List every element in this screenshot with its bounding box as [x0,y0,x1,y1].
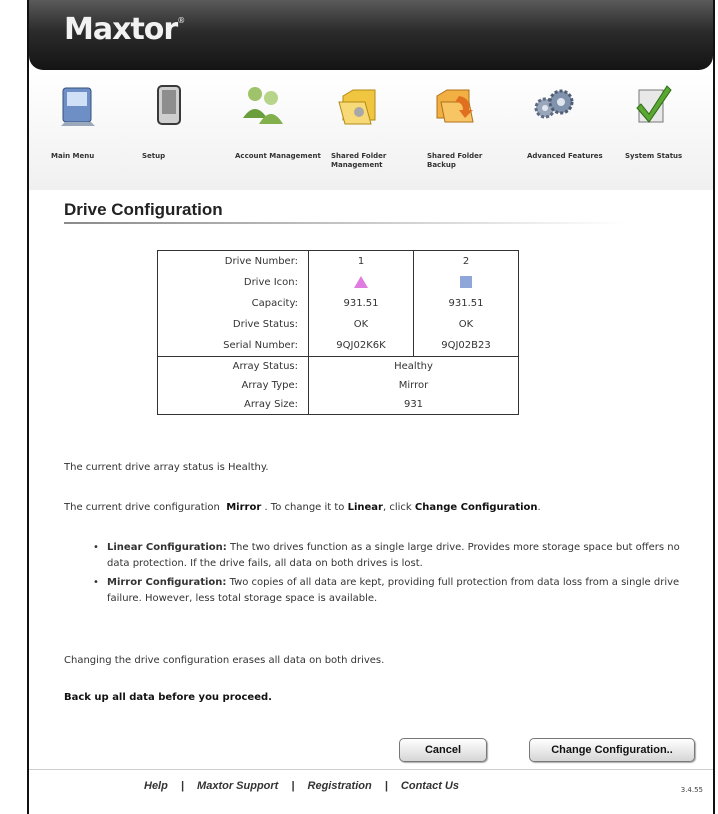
list-item: Linear Configuration: The two drives fun… [89,540,699,572]
target-config: Linear [347,502,383,513]
blue-square-icon [414,272,518,293]
drive-1-serial: 9QJ02K6K [336,340,386,351]
drive-2-column: 2 931.51 OK 9QJ02B23 [413,250,519,357]
drive-2-capacity: 931.51 [448,298,484,309]
drive-1-column: 1 931.51 OK 9QJ02K6K [308,250,414,357]
nav-account-management[interactable]: Account Management [235,82,321,161]
array-status-label: Array Status: [232,361,298,372]
contact-us-link[interactable]: Contact Us [401,780,459,792]
drive-2-number: 2 [462,256,470,267]
drive-configuration-table: Drive Number: Drive Icon: Capacity: Driv… [157,250,519,415]
linear-config-title: Linear Configuration: [107,542,227,553]
drive-1-status: OK [353,319,369,330]
drive-icon-label: Drive Icon: [243,277,298,288]
nav-system-status[interactable]: System Status [625,82,711,161]
registration-link[interactable]: Registration [308,780,372,792]
warning-text: Changing the drive configuration erases … [64,655,385,666]
array-labels-column: Array Status: Array Type: Array Size: [157,356,309,415]
shared-folder-backup-icon [431,82,477,128]
system-status-icon [629,82,675,128]
pink-triangle-icon [309,272,413,293]
action-name: Change Configuration [414,502,538,513]
change-configuration-button[interactable]: Change Configuration.. [529,738,695,762]
drive-1-capacity: 931.51 [343,298,379,309]
drive-labels-column: Drive Number: Drive Icon: Capacity: Driv… [157,250,309,357]
capacity-label: Capacity: [251,298,298,309]
nav-main-menu[interactable]: Main Menu [51,82,137,161]
array-status-value: Healthy [394,361,433,372]
array-type-value: Mirror [398,380,429,391]
serial-number-label: Serial Number: [223,340,298,351]
header-bar: Maxtor® [29,0,713,70]
nav-shared-folder-management[interactable]: Shared Folder Management [331,82,417,170]
shared-folder-management-icon [335,82,381,128]
mirror-config-title: Mirror Configuration: [107,577,227,588]
page-title: Drive Configuration [64,200,223,219]
array-values-column: Healthy Mirror 931 [308,356,519,415]
array-size-label: Array Size: [243,399,298,410]
drive-status-label: Drive Status: [232,319,298,330]
drive-number-label: Drive Number: [224,256,298,267]
main-nav: Main Menu Setup Account Management Share… [29,72,713,190]
configuration-list: Linear Configuration: The two drives fun… [89,540,699,610]
title-divider [64,222,624,224]
help-link[interactable]: Help [144,780,168,792]
drive-1-number: 1 [357,256,365,267]
page-frame: Maxtor® Main Menu Setup Account Manageme… [27,0,715,814]
nav-setup[interactable]: Setup [142,82,228,161]
nav-advanced-features[interactable]: Advanced Features [527,82,613,161]
main-menu-icon [55,82,101,128]
array-type-label: Array Type: [241,380,298,391]
nav-shared-folder-backup[interactable]: Shared Folder Backup [427,82,513,170]
advanced-features-icon [531,82,577,128]
array-status-text: The current drive array status is Health… [64,462,269,473]
current-config: Mirror [226,502,262,513]
maxtor-logo: Maxtor® [64,12,185,47]
setup-icon [146,82,192,128]
version-number: 3.4.55 [680,786,703,794]
footer-divider [29,769,713,770]
configuration-text: The current drive configuration Mirror .… [64,502,541,513]
list-item: Mirror Configuration: Two copies of all … [89,575,699,607]
footer-links: Help | Maxtor Support | Registration | C… [144,780,459,792]
drive-2-serial: 9QJ02B23 [441,340,491,351]
maxtor-support-link[interactable]: Maxtor Support [197,780,278,792]
array-size-value: 931 [403,399,424,410]
drive-2-status: OK [458,319,474,330]
backup-warning: Back up all data before you proceed. [64,692,272,703]
cancel-button[interactable]: Cancel [399,738,487,762]
account-management-icon [239,82,285,128]
